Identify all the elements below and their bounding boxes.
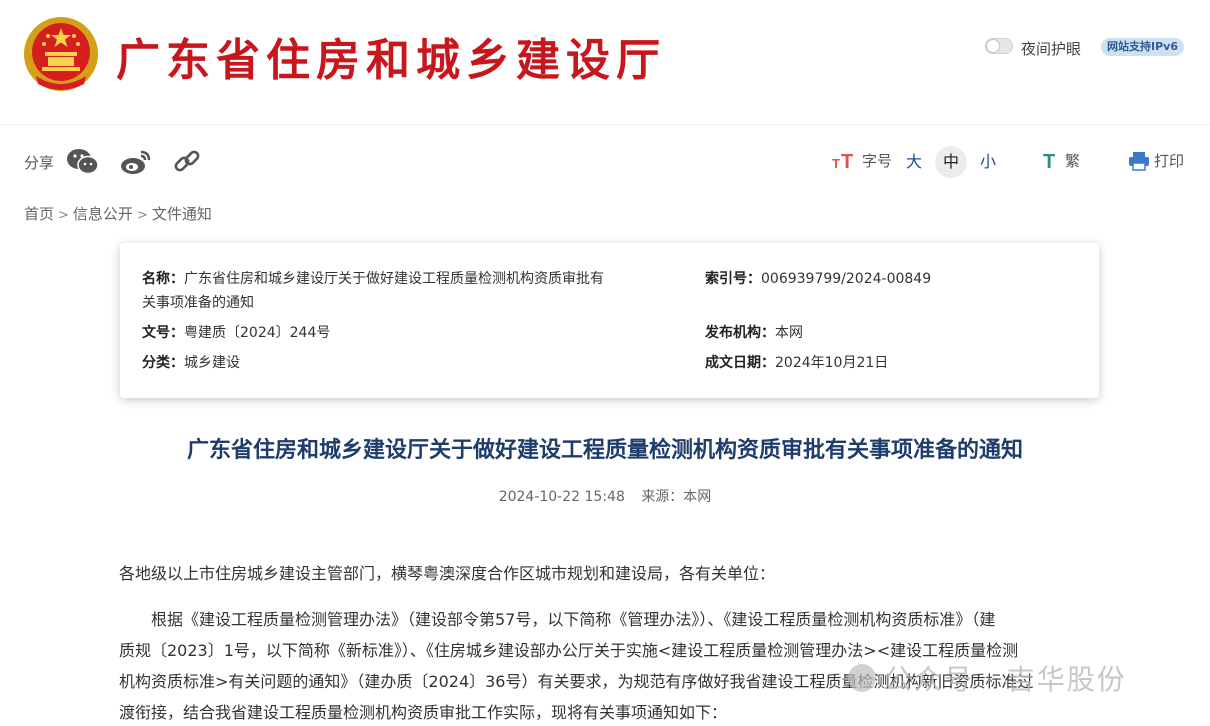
article-date: 2024-10-22 15:48 [498,489,625,505]
info-index-label: 索引号： [705,271,761,287]
svg-text:T: T [1043,151,1055,171]
breadcrumb-separator: > [58,208,69,223]
link-icon[interactable] [171,146,205,178]
font-size-medium[interactable]: 中 [935,146,967,178]
breadcrumb-file-notice[interactable]: 文件通知 [152,205,212,223]
info-category-label: 分类： [142,355,184,371]
breadcrumb-home[interactable]: 首页 [24,205,54,223]
site-title: 广东省住房和城乡建设厅 [116,35,666,86]
info-date-value: 2024年10月21日 [775,355,889,371]
info-index: 索引号：006939799/2024-00849 [705,267,931,291]
font-size-small[interactable]: 小 [972,146,1004,178]
info-doc-no-label: 文号： [142,325,184,341]
article-title: 广东省住房和城乡建设厅关于做好建设工程质量检测机构资质审批有关事项准备的通知 [186,438,1023,463]
font-size-label: 字号 [862,152,893,170]
share-label: 分享 [24,154,55,172]
info-index-value: 006939799/2024-00849 [761,271,932,287]
breadcrumb-info-public[interactable]: 信息公开 [73,205,133,223]
ipv6-badge: 网站支持IPv6 [1101,38,1184,56]
breadcrumb-separator: > [136,208,148,223]
weibo-icon[interactable] [119,146,153,178]
traditional-icon: T [1043,151,1055,171]
site-header: 广东省住房和城乡建设厅 夜间护眼 网站支持IPv6 [0,0,1210,125]
article-salutation: 各地级以上市住房城乡建设主管部门，横琴粤澳深度合作区城市规划和建设局，各有关单位… [119,564,776,583]
font-size-icon: T T [832,151,853,171]
print-label: 打印 [1154,152,1185,170]
info-name-value-line2: 关事项准备的通知 [142,295,254,311]
info-doc-no-value: 粤建质〔2024〕244号 [184,325,331,341]
info-date: 成文日期：2024年10月21日 [705,351,888,375]
toggle-knob [987,40,999,52]
svg-text:T: T [832,156,840,171]
traditional-label: 繁 [1065,152,1081,170]
info-name: 名称：广东省住房和城乡建设厅关于做好建设工程质量检测机构资质审批有 关事项准备的… [142,267,682,315]
breadcrumb: 首页 > 信息公开 > 文件通知 [24,203,212,224]
national-emblem-icon [24,17,98,91]
info-category: 分类：城乡建设 [142,351,240,375]
watermark-text: 公众号 · 吉华股份 [884,663,1127,696]
article-source: 来源：本网 [641,489,712,505]
traditional-chinese-tool[interactable]: T 繁 [1042,150,1080,171]
info-publisher-value: 本网 [775,325,803,341]
watermark: 公众号 · 吉华股份 [848,658,1127,698]
wechat-watermark-icon [848,664,876,692]
info-publisher: 发布机构：本网 [705,321,803,345]
info-publisher-label: 发布机构： [705,325,775,341]
print-tool[interactable]: 打印 [1128,150,1184,171]
night-mode-toggle[interactable] [985,38,1013,54]
info-date-label: 成文日期： [705,355,775,371]
article-meta: 2024-10-22 15:48 来源：本网 [0,486,1210,506]
wechat-icon[interactable] [66,146,100,178]
article-body-line: 根据《建设工程质量检测管理办法》（建设部令第57号，以下简称《管理办法》）、《建… [151,610,996,629]
font-size-large[interactable]: 大 [898,146,930,178]
printer-icon [1129,151,1149,171]
article-body-line: 渡衔接，结合我省建设工程质量检测机构资质审批工作实际，现将有关事项通知如下： [119,703,728,722]
info-doc-no: 文号：粤建质〔2024〕244号 [142,321,330,345]
night-mode-label[interactable]: 夜间护眼 [1021,38,1081,59]
info-category-value: 城乡建设 [184,355,240,371]
font-size-tool: T T 字号 [832,150,892,171]
document-info-box: 名称：广东省住房和城乡建设厅关于做好建设工程质量检测机构资质审批有 关事项准备的… [120,243,1099,398]
info-name-label: 名称： [142,271,184,287]
svg-text:T: T [841,151,853,171]
info-name-value-line1: 广东省住房和城乡建设厅关于做好建设工程质量检测机构资质审批有 [184,271,604,287]
